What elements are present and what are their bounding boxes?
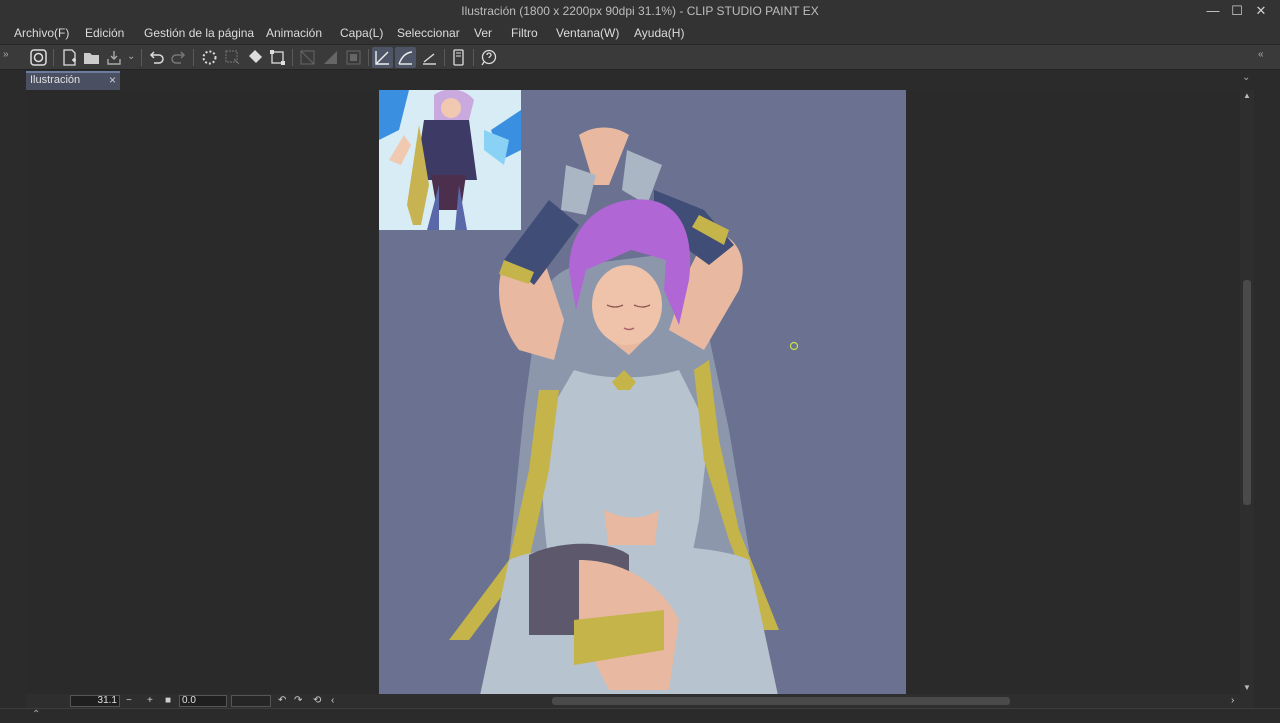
flip-horizontal-icon[interactable]: ‹ xyxy=(331,694,334,707)
chevron-down-icon[interactable]: ⌄ xyxy=(1242,72,1250,83)
horizontal-scroll-thumb[interactable] xyxy=(552,697,1010,705)
tone-icon[interactable] xyxy=(320,47,341,68)
menu-ayuda[interactable]: Ayuda(H) xyxy=(634,26,684,40)
undo-icon[interactable] xyxy=(146,47,167,68)
menu-gestion-pagina[interactable]: Gestión de la página xyxy=(144,26,254,40)
title-bar: Ilustración (1800 x 2200px 90dpi 31.1%) … xyxy=(0,0,1280,23)
expand-bottom-icon[interactable]: ⌃ xyxy=(32,709,40,720)
rotate-left-icon[interactable]: ↶ xyxy=(278,694,286,707)
rotation-angle-field[interactable]: 0.0 xyxy=(179,695,227,707)
redo-icon[interactable] xyxy=(168,47,189,68)
clip-studio-icon[interactable] xyxy=(28,47,49,68)
tab-close-icon[interactable]: × xyxy=(109,73,116,87)
expand-right-icon[interactable]: « xyxy=(1258,49,1264,60)
chevron-down-icon[interactable]: ⌄ xyxy=(127,51,135,62)
help-icon[interactable] xyxy=(478,47,499,68)
zoom-in-button[interactable]: + xyxy=(147,694,153,707)
menu-edicion[interactable]: Edición xyxy=(85,26,124,40)
zoom-out-button[interactable]: − xyxy=(126,694,132,707)
loading-icon[interactable] xyxy=(199,47,220,68)
canvas-status-bar: 31.1 − + ■ 0.0 ↶ ↷ ⟲ ‹ › xyxy=(26,694,1254,708)
grid-snap-icon[interactable] xyxy=(419,47,440,68)
illustration-artwork xyxy=(379,90,799,694)
toolbar-separator xyxy=(368,49,369,66)
window-title: Ilustración (1800 x 2200px 90dpi 31.1%) … xyxy=(461,4,819,18)
close-button[interactable]: ✕ xyxy=(1250,2,1272,20)
menu-ver[interactable]: Ver xyxy=(474,26,492,40)
toolbar-separator xyxy=(292,49,293,66)
scroll-right-icon[interactable]: › xyxy=(1231,694,1234,707)
toolbar-separator xyxy=(473,49,474,66)
new-file-icon[interactable] xyxy=(59,47,80,68)
rotation-slider[interactable] xyxy=(231,695,271,707)
clear-selection-icon[interactable] xyxy=(222,47,243,68)
brush-cursor-icon xyxy=(789,341,799,351)
menu-ventana[interactable]: Ventana(W) xyxy=(556,26,619,40)
rotate-right-icon[interactable]: ↷ xyxy=(294,694,302,707)
menu-bar: Archivo(F) Edición Gestión de la página … xyxy=(0,23,1280,45)
toolbar-separator xyxy=(444,49,445,66)
command-bar: » « ⌄ xyxy=(0,45,1280,70)
zoom-level-field[interactable]: 31.1 xyxy=(70,695,120,707)
scroll-up-icon[interactable]: ▲ xyxy=(1240,90,1254,102)
open-file-icon[interactable] xyxy=(81,47,102,68)
document-tab-row: Ilustración × ⌄ xyxy=(0,70,1280,90)
crop-icon[interactable] xyxy=(297,47,318,68)
drawing-canvas[interactable] xyxy=(379,90,906,694)
device-icon[interactable] xyxy=(448,47,469,68)
minimize-button[interactable]: — xyxy=(1202,2,1224,20)
bottom-dock-bar: ⌃ xyxy=(0,708,1280,723)
ruler-snap-icon[interactable] xyxy=(372,47,393,68)
special-ruler-snap-icon[interactable] xyxy=(395,47,416,68)
fill-icon[interactable] xyxy=(245,47,266,68)
maximize-button[interactable]: ☐ xyxy=(1226,2,1248,20)
toolbar-separator xyxy=(193,49,194,66)
vertical-scroll-thumb[interactable] xyxy=(1243,280,1251,505)
vertical-scrollbar[interactable]: ▲ ▼ xyxy=(1240,90,1254,694)
tab-label: Ilustración xyxy=(30,74,81,86)
expand-left-icon[interactable]: » xyxy=(3,49,9,60)
menu-filtro[interactable]: Filtro xyxy=(511,26,538,40)
menu-seleccionar[interactable]: Seleccionar xyxy=(397,26,460,40)
fit-screen-icon[interactable]: ■ xyxy=(165,694,171,707)
menu-animacion[interactable]: Animación xyxy=(266,26,322,40)
reset-rotation-icon[interactable]: ⟲ xyxy=(313,694,321,707)
toolbar-separator xyxy=(53,49,54,66)
menu-capa[interactable]: Capa(L) xyxy=(340,26,383,40)
tab-ilustracion[interactable]: Ilustración × xyxy=(26,71,120,90)
mask-icon[interactable] xyxy=(343,47,364,68)
menu-archivo[interactable]: Archivo(F) xyxy=(14,26,69,40)
toolbar-separator xyxy=(141,49,142,66)
transform-icon[interactable] xyxy=(267,47,288,68)
reference-image xyxy=(379,90,521,230)
scroll-down-icon[interactable]: ▼ xyxy=(1240,682,1254,694)
export-icon[interactable] xyxy=(104,47,125,68)
